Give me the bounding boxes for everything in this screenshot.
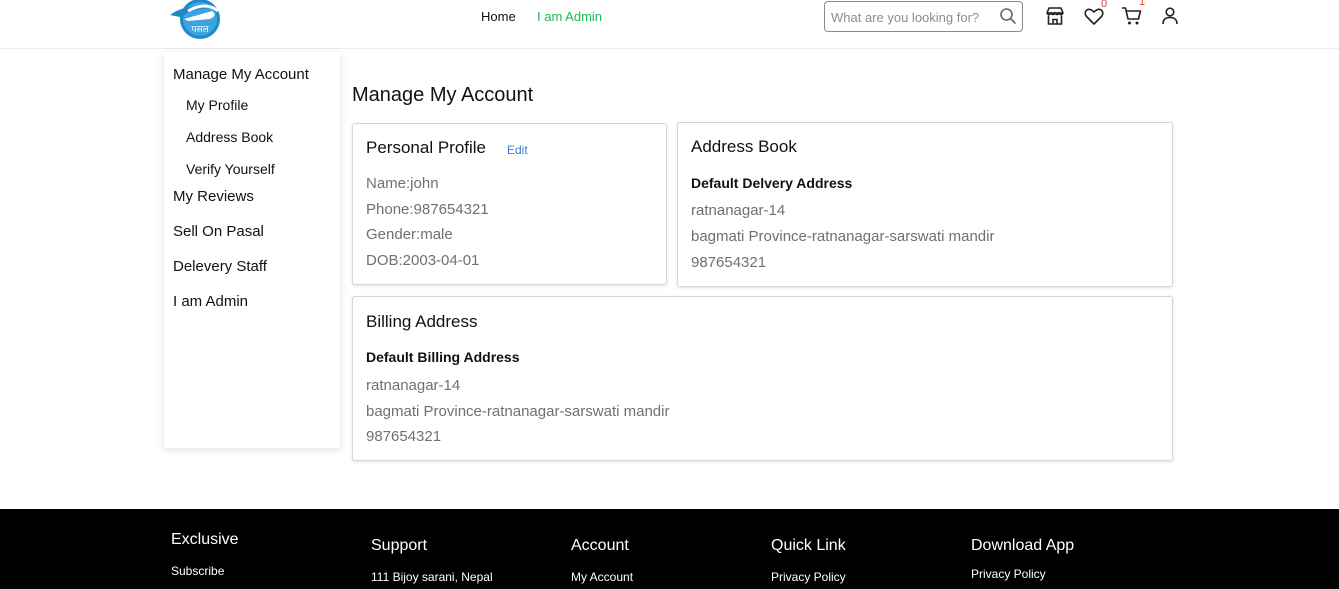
footer-privacy-policy-link[interactable]: Privacy Policy: [771, 570, 846, 584]
footer-download-privacy-link[interactable]: Privacy Policy: [971, 567, 1046, 581]
sidebar-item-delivery-staff[interactable]: Delevery Staff: [173, 258, 267, 275]
footer: Exclusive Subscribe Support 111 Bijoy sa…: [0, 509, 1339, 589]
footer-quick-link-heading: Quick Link: [771, 537, 846, 554]
cart-count-badge: 1: [1139, 0, 1146, 8]
profile-phone: Phone:987654321: [366, 201, 489, 218]
footer-my-account-link[interactable]: My Account: [571, 570, 633, 584]
sidebar-item-manage-account[interactable]: Manage My Account: [173, 66, 309, 83]
profile-gender: Gender:male: [366, 226, 453, 243]
billing-address-card: Billing Address Default Billing Address …: [352, 296, 1173, 461]
profile-dob: DOB:2003-04-01: [366, 252, 480, 269]
search-icon[interactable]: [999, 7, 1017, 25]
sidebar-item-verify-yourself[interactable]: Verify Yourself: [186, 161, 275, 177]
default-billing-address-label: Default Billing Address: [366, 349, 520, 365]
user-icon[interactable]: [1159, 5, 1181, 27]
wishlist-count-badge: 0: [1101, 0, 1108, 10]
footer-exclusive-heading: Exclusive: [171, 531, 239, 548]
footer-download-app-heading: Download App: [971, 537, 1075, 554]
personal-profile-title: Personal Profile: [366, 138, 487, 157]
sidebar-item-my-reviews[interactable]: My Reviews: [173, 188, 254, 205]
delivery-address-line1: ratnanagar-14: [691, 202, 786, 219]
logo-text: पसल: [191, 25, 209, 35]
search-box: [824, 1, 1023, 32]
billing-address-line2: bagmati Province-ratnanagar-sarswati man…: [366, 403, 670, 420]
delivery-address-line2: bagmati Province-ratnanagar-sarswati man…: [691, 228, 995, 245]
delivery-address-phone: 987654321: [691, 254, 767, 271]
sidebar-item-my-profile[interactable]: My Profile: [186, 97, 248, 113]
footer-subscribe-link[interactable]: Subscribe: [171, 564, 224, 578]
footer-support-address: 111 Bijoy sarani, Nepal: [371, 570, 493, 584]
nav-home-link[interactable]: Home: [481, 9, 516, 24]
personal-profile-card: Personal Profile Edit Name:john Phone:98…: [352, 123, 667, 285]
billing-address-title: Billing Address: [366, 312, 478, 331]
edit-profile-link[interactable]: Edit: [507, 143, 528, 157]
logo-icon: पसल: [170, 0, 220, 39]
sidebar-item-address-book[interactable]: Address Book: [186, 129, 273, 145]
profile-name: Name:john: [366, 175, 439, 192]
address-book-title: Address Book: [691, 137, 797, 156]
page-title: Manage My Account: [352, 84, 534, 106]
logo[interactable]: पसल: [166, 0, 222, 41]
cart-icon[interactable]: [1121, 5, 1143, 27]
address-book-card: Address Book Default Delvery Address rat…: [677, 122, 1173, 287]
sidebar-item-admin[interactable]: I am Admin: [173, 293, 248, 310]
top-header: पसल Home I am Admin 0 1: [0, 0, 1339, 49]
footer-support-heading: Support: [371, 537, 428, 554]
footer-account-heading: Account: [571, 537, 629, 554]
billing-address-line1: ratnanagar-14: [366, 377, 461, 394]
billing-address-phone: 987654321: [366, 428, 442, 445]
search-input[interactable]: [831, 8, 999, 26]
store-icon[interactable]: [1044, 5, 1066, 27]
default-delivery-address-label: Default Delvery Address: [691, 175, 853, 191]
nav-admin-link[interactable]: I am Admin: [537, 9, 602, 24]
account-sidebar: Manage My Account My Profile Address Boo…: [164, 52, 340, 448]
sidebar-item-sell-on-pasal[interactable]: Sell On Pasal: [173, 223, 264, 240]
